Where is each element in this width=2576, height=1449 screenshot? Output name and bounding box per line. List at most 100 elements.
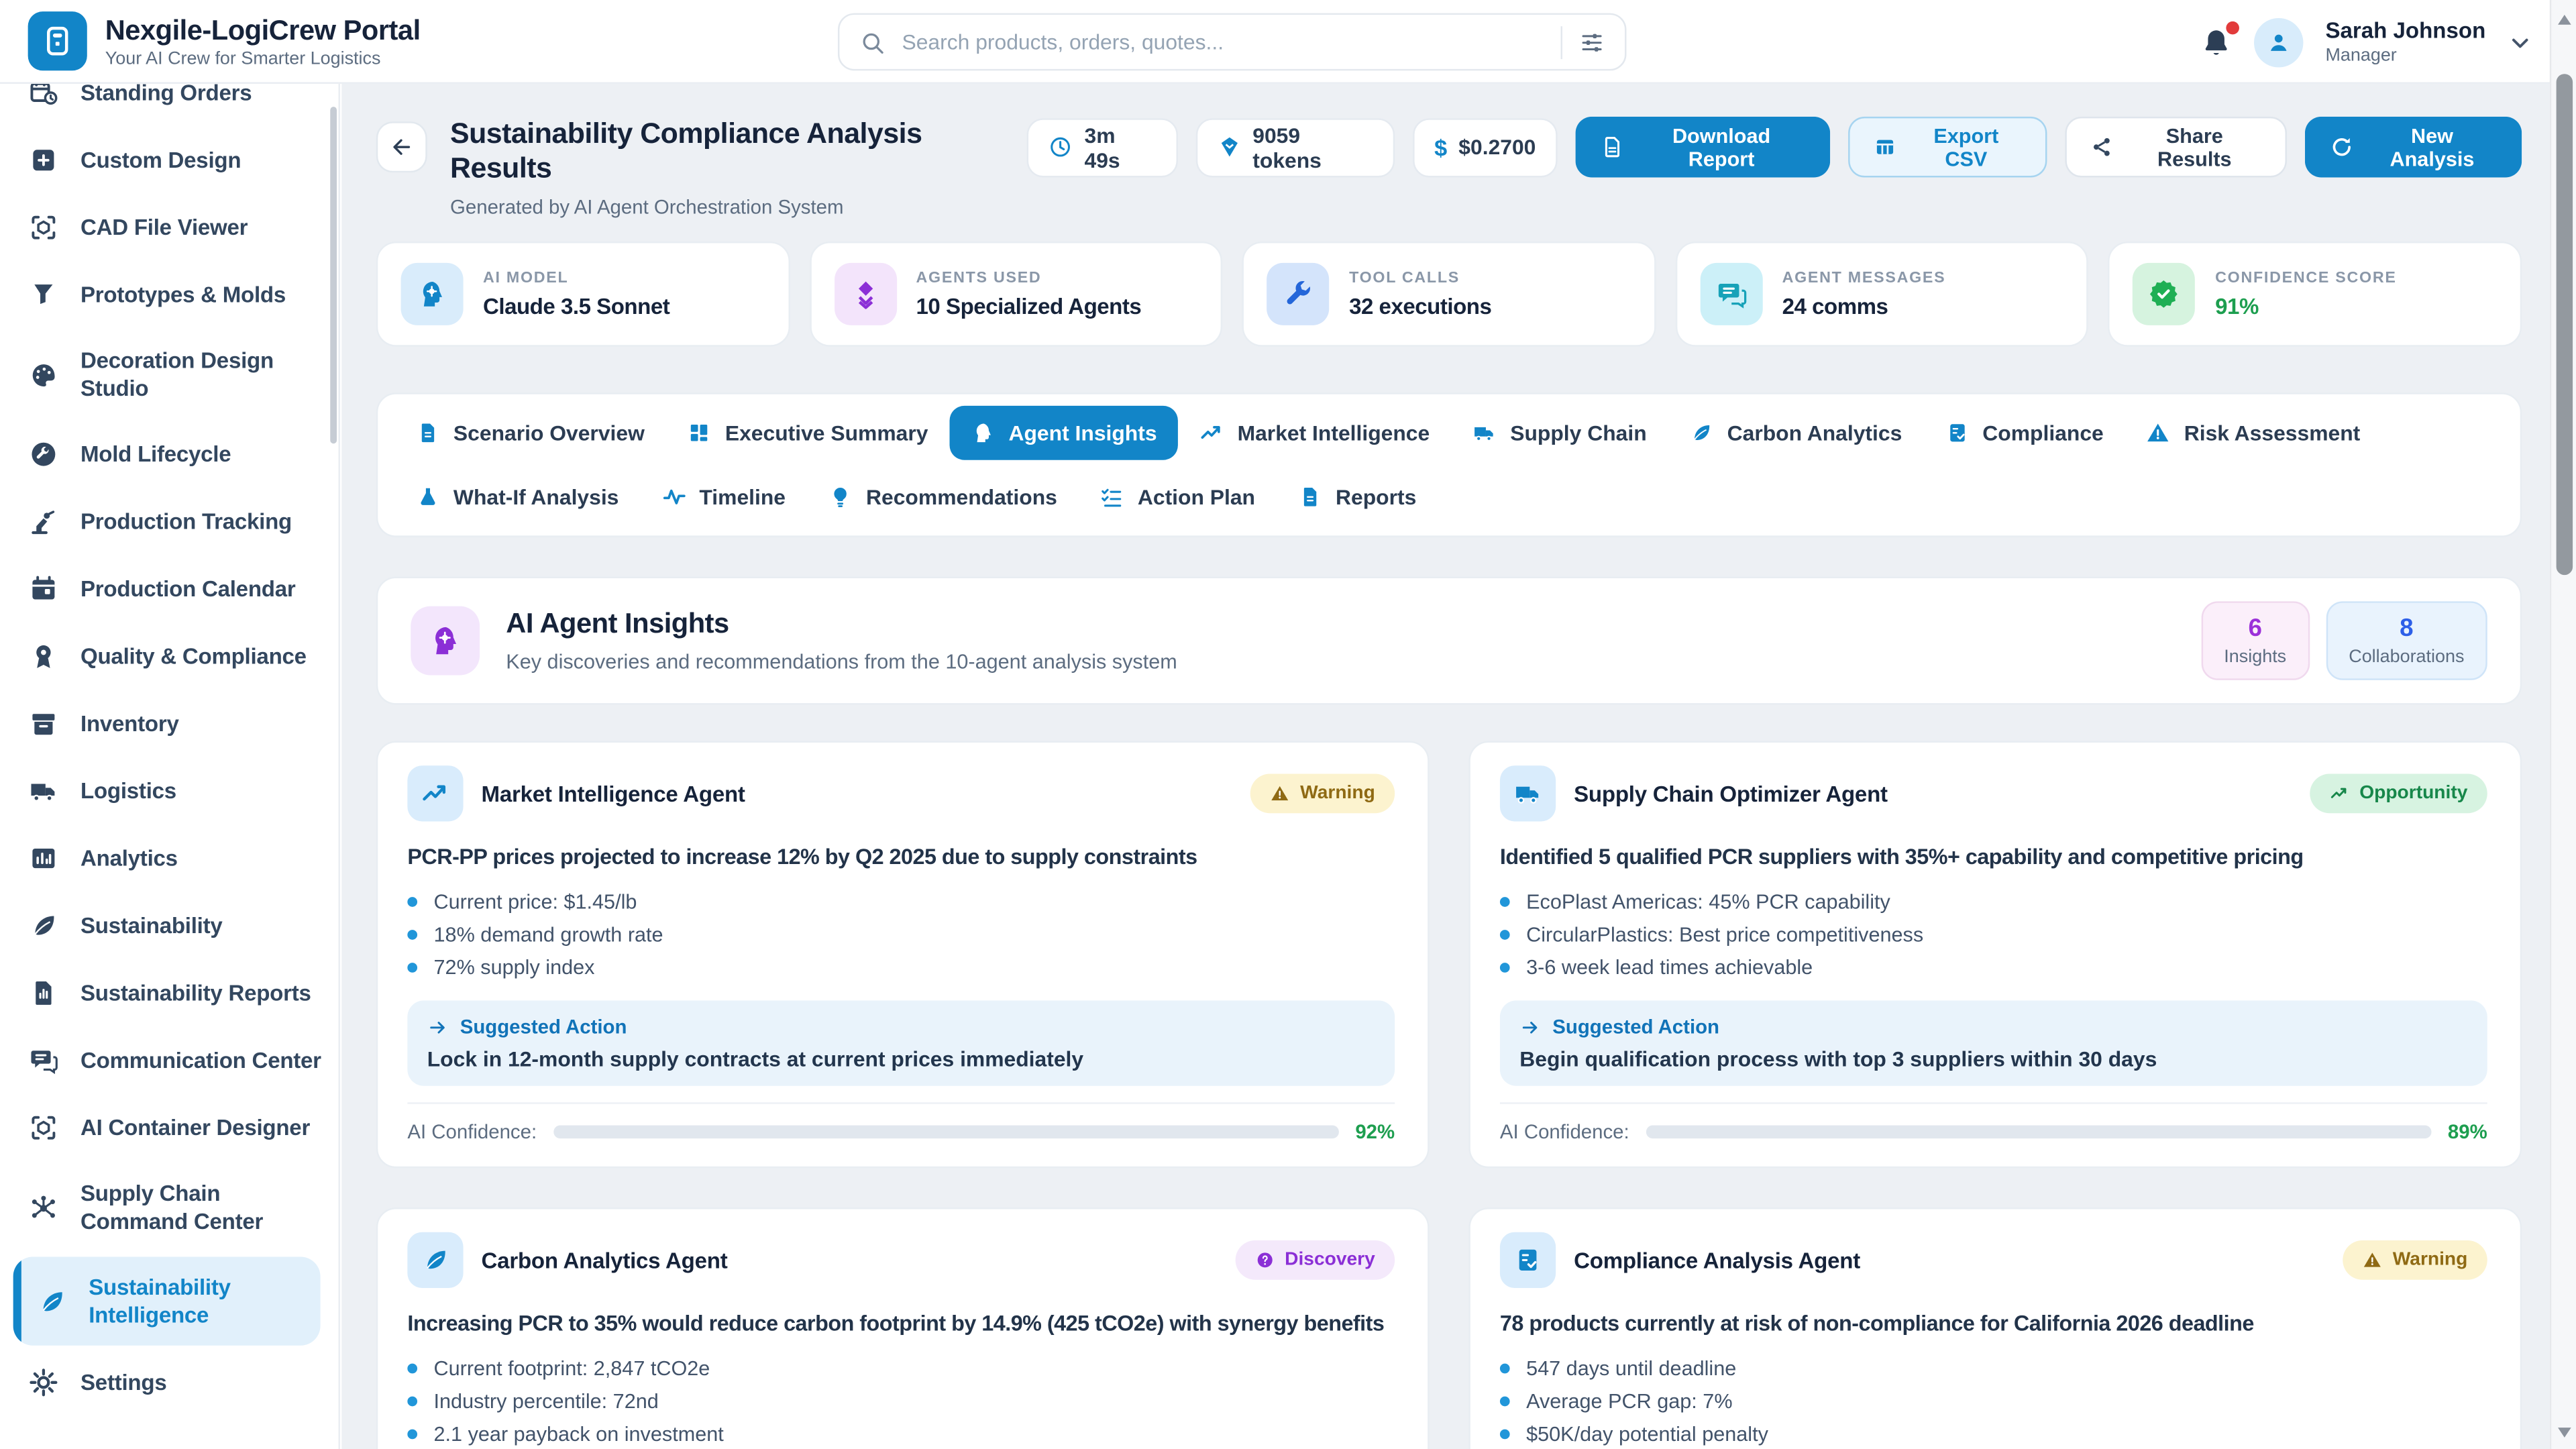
clipboard-check-icon [1945,421,1970,445]
insight-bullet: 2.1 year payback on investment [407,1417,1395,1449]
tab-timeline[interactable]: Timeline [640,470,807,524]
tab-what-if-analysis[interactable]: What-If Analysis [394,470,641,524]
tab-supply-chain[interactable]: Supply Chain [1451,406,1668,460]
robot-arm-icon [28,506,60,537]
search-input[interactable] [885,30,1561,54]
scrollbar-thumb[interactable] [2557,74,2573,575]
new-analysis-button[interactable]: New Analysis [2305,117,2522,178]
sidebar-item-cad-file-viewer[interactable]: CAD File Viewer [0,194,338,261]
suggested-action-box: Suggested Action Lock in 12-month supply… [407,1000,1395,1085]
tab-agent-insights[interactable]: Agent Insights [949,406,1178,460]
tabs-bar: Scenario OverviewExecutive SummaryAgent … [376,392,2522,537]
sidebar-item-settings[interactable]: Settings [0,1349,338,1416]
sidebar-item-custom-design[interactable]: Custom Design [0,127,338,194]
global-search [838,13,1627,71]
sidebar-item-communication-center[interactable]: Communication Center [0,1027,338,1094]
sidebar-item-supply-chain-command-center[interactable]: Supply Chain Command Center [0,1161,338,1253]
insight-bullet: CircularPlastics: Best price competitive… [1500,918,2487,951]
token-icon [1217,135,1241,160]
bullet-dot [1500,930,1510,940]
sidebar-item-ai-container-designer[interactable]: AI Container Designer [0,1094,338,1161]
stat-card-ai-model: AI MODELClaude 3.5 Sonnet [376,241,790,347]
tab-executive-summary[interactable]: Executive Summary [666,406,950,460]
tab-market-intelligence[interactable]: Market Intelligence [1178,406,1451,460]
logo-container-icon [28,11,87,70]
award-icon [28,641,60,672]
file-pdf-icon [1600,135,1624,160]
sidebar-item-production-calendar[interactable]: Production Calendar [0,555,338,623]
funnel-icon [28,279,60,311]
avatar[interactable] [2255,17,2304,66]
bullet-dot [1500,1364,1510,1374]
app-root: Nexgile-LogiCrew Portal Your AI Crew for… [0,0,2576,1449]
sidebar-item-logistics[interactable]: Logistics [0,757,338,824]
top-navbar: Nexgile-LogiCrew Portal Your AI Crew for… [0,0,2576,84]
sidebar-item-sustainability-reports[interactable]: Sustainability Reports [0,959,338,1026]
sidebar-item-sustainability-intelligence[interactable]: Sustainability Intelligence [13,1256,321,1345]
tab-reports[interactable]: Reports [1277,470,1438,524]
sidebar-item-inventory[interactable]: Inventory [0,690,338,757]
notification-dot [2227,21,2241,34]
leaf-icon [28,910,60,942]
agent-card-compliance-analysis-agent: Compliance Analysis Agent Warning 78 pro… [1468,1208,2522,1449]
window-scrollbar[interactable] [2550,0,2576,1449]
sidebar-scrollbar-thumb[interactable] [330,107,337,443]
header-actions: 3m 49s9059 tokens$$0.2700Download Report… [1027,117,2522,178]
share-results-button[interactable]: Share Results [2065,117,2287,178]
tab-recommendations[interactable]: Recommendations [807,470,1079,524]
stat-card-tool-calls: TOOL CALLS32 executions [1242,241,1656,347]
chevron-down-icon[interactable] [2507,29,2533,55]
insight-bullet: 72% supply index [407,951,1395,984]
confidence-bar [553,1126,1339,1139]
agent-card-supply-chain-optimizer-agent: Supply Chain Optimizer Agent Opportunity… [1468,741,2522,1168]
brand[interactable]: Nexgile-LogiCrew Portal Your AI Crew for… [28,11,421,70]
confidence-row: AI Confidence: 92% [407,1102,1395,1143]
chat-icon [1715,278,1748,311]
tab-carbon-analytics[interactable]: Carbon Analytics [1668,406,1923,460]
cube-scan-icon [28,1112,60,1144]
sidebar-item-standing-orders[interactable]: Standing Orders [0,84,338,127]
filter-sliders-icon[interactable] [1578,29,1605,55]
plus-square-icon [28,145,60,176]
sidebar-item-decoration-design-studio[interactable]: Decoration Design Studio [0,329,338,421]
sidebar-nav: Standing OrdersCustom DesignCAD File Vie… [0,84,338,1416]
sidebar-item-prototypes-molds[interactable]: Prototypes & Molds [0,261,338,328]
user-info[interactable]: Sarah Johnson Manager [2325,18,2485,66]
tab-compliance[interactable]: Compliance [1923,406,2125,460]
confidence-label: AI Confidence: [407,1120,537,1143]
sidebar-item-production-tracking[interactable]: Production Tracking [0,488,338,555]
sidebar-item-sustainability[interactable]: Sustainability [0,892,338,959]
scroll-up-arrow[interactable] [2558,15,2571,25]
meta-0-2700: $$0.2700 [1413,117,1557,176]
scroll-down-arrow[interactable] [2558,1428,2571,1438]
tab-action-plan[interactable]: Action Plan [1079,470,1277,524]
wrench-circle-icon [28,439,60,470]
back-button[interactable] [376,121,427,172]
file-chart-icon [28,977,60,1009]
badge-check-icon [2148,278,2181,311]
insight-bullet: 547 days until deadline [1500,1352,2487,1385]
tab-risk-assessment[interactable]: Risk Assessment [2125,406,2382,460]
download-report-button[interactable]: Download Report [1575,117,1830,178]
stat-card-agent-messages: AGENT MESSAGES24 comms [1675,241,2088,347]
agent-bullets: Current price: $1.45/lb18% demand growth… [407,885,1395,984]
warning-triangle-icon [2146,421,2171,445]
search-icon [859,29,885,55]
trend-up-icon [421,779,450,808]
export-csv-button[interactable]: Export CSV [1848,117,2047,178]
search-icon [859,29,885,55]
suggested-action-text: Begin qualification process with top 3 s… [1519,1046,2467,1071]
warning-triangle-icon [1271,784,1290,803]
truck-icon [1513,779,1543,808]
notifications-button[interactable] [2200,25,2233,58]
sidebar-item-mold-lifecycle[interactable]: Mold Lifecycle [0,421,338,488]
ai-head-icon [411,606,480,676]
sidebar-item-quality-compliance[interactable]: Quality & Compliance [0,623,338,690]
navbar-right: Sarah Johnson Manager [2200,0,2533,84]
section-title: AI Agent Insights [506,608,1177,641]
sidebar-item-analytics[interactable]: Analytics [0,824,338,892]
file-text-icon [1298,484,1323,509]
arrow-right-icon [427,1016,449,1038]
bullet-dot [407,1430,417,1440]
tab-scenario-overview[interactable]: Scenario Overview [394,406,666,460]
